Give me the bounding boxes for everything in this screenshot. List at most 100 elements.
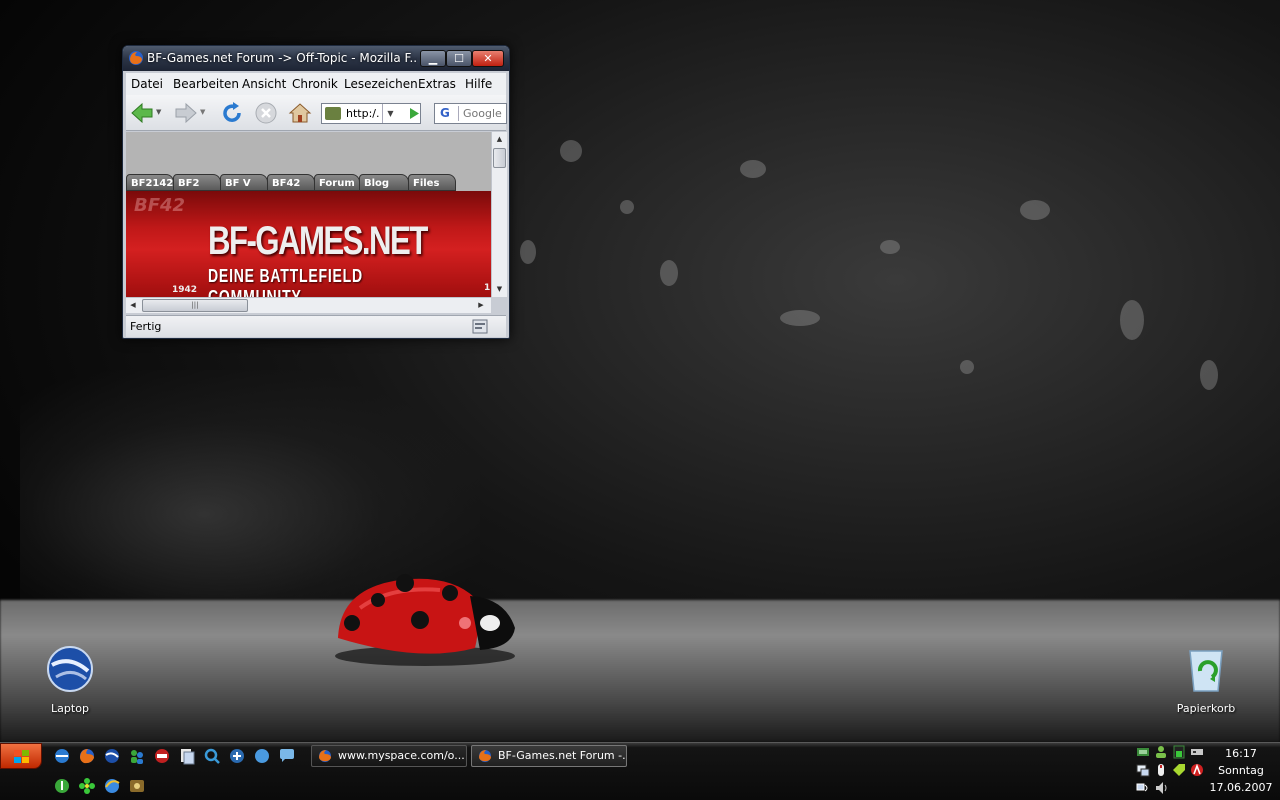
users-icon[interactable]	[1154, 745, 1168, 759]
browser-window[interactable]: BF-Games.net Forum -> Off-Topic - Mozill…	[122, 45, 510, 339]
window-titlebar[interactable]: BF-Games.net Forum -> Off-Topic - Mozill…	[123, 46, 509, 71]
menu-datei[interactable]: Datei	[131, 77, 163, 91]
status-text: Fertig	[130, 320, 162, 333]
horizontal-scrollbar[interactable]: ◀ ||| ▶	[126, 297, 491, 313]
media-player-icon[interactable]	[128, 777, 146, 795]
vertical-scrollbar[interactable]: ▲ ▼	[491, 132, 507, 297]
site-navigation: BF2142 BF2 BF V BF42 Forum Blog Files	[126, 174, 491, 191]
google-earth-icon[interactable]	[103, 747, 121, 765]
menu-bearbeiten[interactable]: Bearbeiten	[173, 77, 239, 91]
search-input[interactable]	[463, 106, 505, 121]
icq-icon[interactable]	[53, 777, 71, 795]
internet-explorer-icon[interactable]	[53, 747, 71, 765]
banner-background-text: BF42	[134, 195, 186, 216]
scroll-left-arrow-icon[interactable]: ◀	[126, 298, 140, 313]
volume-icon[interactable]	[1154, 781, 1168, 795]
menu-bar: Datei Bearbeiten Ansicht Chronik Lesezei…	[126, 73, 506, 95]
taskbar-button-label: www.myspace.com/o...	[338, 749, 465, 762]
internet-explorer-icon[interactable]	[103, 777, 121, 795]
scroll-right-arrow-icon[interactable]: ▶	[474, 298, 488, 313]
page-content[interactable]: BF2142 BF2 BF V BF42 Forum Blog Files BF…	[126, 132, 491, 297]
search-bar[interactable]: G	[434, 103, 507, 124]
taskbar: www.myspace.com/o... BF-Games.net Forum …	[0, 742, 1280, 800]
nvidia-icon[interactable]	[1136, 745, 1150, 759]
maximize-button[interactable]: ☐	[446, 50, 472, 67]
home-icon[interactable]	[288, 101, 312, 125]
recycle-bin-icon	[1189, 650, 1223, 692]
desktop-icon-label: Laptop	[51, 702, 89, 715]
firefox-icon[interactable]	[78, 747, 96, 765]
desktop-icon-laptop[interactable]: Laptop	[30, 645, 110, 715]
close-button[interactable]: ✕	[472, 50, 504, 67]
desktop-icon-recycle-bin[interactable]: Papierkorb	[1166, 645, 1246, 715]
meter-icon[interactable]	[1172, 745, 1186, 759]
safari-icon[interactable]	[253, 747, 271, 765]
go-arrow-icon[interactable]	[404, 103, 424, 124]
wallpaper-bokeh	[880, 240, 900, 254]
device-icon[interactable]	[1190, 745, 1204, 759]
forward-arrow-icon[interactable]	[174, 101, 198, 125]
messenger-icon[interactable]	[128, 747, 146, 765]
site-tab-bfv[interactable]: BF V	[220, 174, 268, 191]
network-status-icon[interactable]	[1136, 781, 1150, 795]
wallpaper-bokeh	[740, 160, 766, 178]
url-history-dropdown-icon[interactable]: ▼	[382, 104, 398, 123]
wallpaper-ground	[0, 600, 1280, 742]
wallpaper-bokeh	[1020, 200, 1050, 220]
start-button[interactable]	[0, 743, 42, 769]
clock[interactable]: 16:17 Sonntag 17.06.2007	[1206, 745, 1276, 796]
menu-chronik[interactable]: Chronik	[292, 77, 338, 91]
minimize-button[interactable]: ▁	[420, 50, 446, 67]
site-tab-files[interactable]: Files	[408, 174, 456, 191]
menu-lesezeichen[interactable]: Lesezeichen	[344, 77, 418, 91]
site-tab-forum[interactable]: Forum	[314, 174, 360, 191]
back-history-dropdown-icon[interactable]: ▼	[156, 108, 161, 116]
reload-icon[interactable]	[220, 101, 244, 125]
google-earth-icon	[47, 646, 93, 692]
clock-time: 16:17	[1225, 747, 1257, 760]
banner-year: 1942	[172, 285, 198, 295]
site-tab-bf2142[interactable]: BF2142	[126, 174, 174, 191]
site-tab-bf2[interactable]: BF2	[173, 174, 221, 191]
menu-extras[interactable]: Extras	[418, 77, 456, 91]
wallpaper-bokeh	[560, 140, 582, 162]
back-arrow-icon[interactable]	[130, 101, 154, 125]
chat-icon[interactable]	[278, 747, 296, 765]
wallpaper-bokeh	[620, 200, 634, 214]
tag-icon[interactable]	[1172, 763, 1186, 777]
window-title: BF-Games.net Forum -> Off-Topic - Mozill…	[147, 51, 417, 65]
banner-edge-digit: 1	[484, 283, 491, 293]
site-tab-blog[interactable]: Blog	[359, 174, 409, 191]
flower-icon[interactable]	[78, 777, 96, 795]
document-manager-icon[interactable]	[178, 747, 196, 765]
status-panel-icon[interactable]	[472, 319, 488, 334]
wallpaper-bokeh	[1200, 360, 1218, 390]
search-icon[interactable]	[203, 747, 221, 765]
stop-icon[interactable]	[254, 101, 278, 125]
horizontal-scroll-thumb[interactable]: |||	[142, 299, 248, 312]
network-computer-icon[interactable]	[1136, 763, 1150, 777]
taskbar-button-bf-games[interactable]: BF-Games.net Forum -...	[471, 745, 627, 767]
google-search-engine-icon[interactable]: G	[437, 106, 459, 121]
site-banner[interactable]: BF42 BF-GAMES.NET DEINE BATTLEFIELD COMM…	[126, 191, 491, 297]
menu-ansicht[interactable]: Ansicht	[242, 77, 286, 91]
forward-history-dropdown-icon[interactable]: ▼	[200, 108, 205, 116]
wallpaper-bokeh	[960, 360, 974, 374]
wallpaper-bokeh	[520, 240, 536, 264]
scroll-up-arrow-icon[interactable]: ▲	[492, 132, 507, 146]
antivirus-icon[interactable]	[1190, 763, 1204, 777]
game-icon[interactable]	[153, 747, 171, 765]
vertical-scroll-thumb[interactable]	[493, 148, 506, 168]
clock-day: Sonntag	[1218, 764, 1264, 777]
network-icon[interactable]	[228, 747, 246, 765]
desktop-icon-label: Papierkorb	[1176, 702, 1236, 715]
site-identity-icon	[325, 107, 341, 120]
ladybug-image	[335, 574, 515, 666]
menu-hilfe[interactable]: Hilfe	[465, 77, 492, 91]
taskbar-button-myspace[interactable]: www.myspace.com/o...	[311, 745, 467, 767]
mouse-icon[interactable]	[1154, 763, 1168, 777]
site-name: BF-GAMES.NET	[208, 219, 428, 263]
site-tab-bf42[interactable]: BF42	[267, 174, 315, 191]
scroll-down-arrow-icon[interactable]: ▼	[492, 282, 507, 296]
clock-date: 17.06.2007	[1209, 781, 1273, 794]
